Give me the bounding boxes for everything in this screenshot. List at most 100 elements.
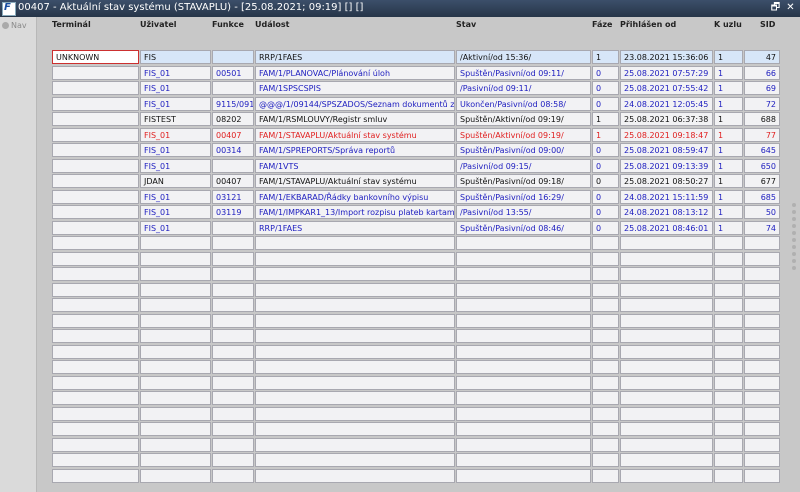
terminal-cell[interactable]	[52, 375, 139, 390]
close-window-icon[interactable]: ✕	[785, 2, 796, 13]
node-cell[interactable]: 1	[714, 220, 743, 235]
terminal-cell[interactable]	[52, 81, 139, 95]
login-cell[interactable]: 25.08.2021 06:37:38	[620, 112, 713, 126]
node-cell[interactable]	[714, 453, 743, 467]
sid-cell[interactable]	[744, 453, 780, 467]
event-cell[interactable]	[255, 298, 455, 312]
phase-cell[interactable]: 0	[592, 158, 619, 173]
sid-cell[interactable]: 677	[744, 174, 780, 188]
login-cell[interactable]: 25.08.2021 09:18:47	[620, 127, 713, 142]
terminal-cell[interactable]	[52, 127, 139, 142]
login-cell[interactable]: 25.08.2021 07:57:29	[620, 65, 713, 80]
node-cell[interactable]	[714, 282, 743, 297]
node-cell[interactable]	[714, 267, 743, 281]
login-cell[interactable]	[620, 267, 713, 281]
state-cell[interactable]	[456, 251, 591, 266]
function-cell[interactable]	[212, 391, 254, 405]
terminal-cell[interactable]	[52, 65, 139, 80]
function-cell[interactable]	[212, 360, 254, 374]
user-cell[interactable]: FIS	[140, 50, 211, 64]
sid-cell[interactable]	[744, 329, 780, 343]
function-cell[interactable]	[212, 329, 254, 343]
terminal-cell[interactable]	[52, 344, 139, 359]
function-cell[interactable]: 00314	[212, 143, 254, 157]
login-cell[interactable]: 25.08.2021 08:59:47	[620, 143, 713, 157]
node-cell[interactable]: 1	[714, 174, 743, 188]
login-cell[interactable]	[620, 406, 713, 421]
node-cell[interactable]: 1	[714, 205, 743, 219]
phase-cell[interactable]: 0	[592, 205, 619, 219]
state-cell[interactable]	[456, 298, 591, 312]
user-cell[interactable]: FIS_01	[140, 65, 211, 80]
state-cell[interactable]: Spuštěn/Aktivní/od 09:19/	[456, 112, 591, 126]
phase-cell[interactable]	[592, 329, 619, 343]
user-cell[interactable]	[140, 360, 211, 374]
state-cell[interactable]: Spuštěn/Pasivní/od 09:11/	[456, 65, 591, 80]
event-cell[interactable]	[255, 375, 455, 390]
event-cell[interactable]: FAM/1VTS	[255, 158, 455, 173]
terminal-cell[interactable]	[52, 406, 139, 421]
function-cell[interactable]: 00407	[212, 174, 254, 188]
node-cell[interactable]	[714, 251, 743, 266]
function-cell[interactable]	[212, 375, 254, 390]
function-cell[interactable]	[212, 282, 254, 297]
node-cell[interactable]	[714, 236, 743, 250]
function-cell[interactable]: 00407	[212, 127, 254, 142]
phase-cell[interactable]	[592, 344, 619, 359]
state-cell[interactable]	[456, 406, 591, 421]
node-cell[interactable]	[714, 437, 743, 452]
user-cell[interactable]	[140, 344, 211, 359]
user-cell[interactable]	[140, 375, 211, 390]
user-cell[interactable]: FISTEST	[140, 112, 211, 126]
event-cell[interactable]: RRP/1FAES	[255, 50, 455, 64]
event-cell[interactable]	[255, 236, 455, 250]
terminal-cell[interactable]	[52, 468, 139, 483]
node-cell[interactable]: 1	[714, 189, 743, 204]
phase-cell[interactable]: 0	[592, 189, 619, 204]
node-cell[interactable]	[714, 391, 743, 405]
terminal-cell[interactable]	[52, 313, 139, 328]
login-cell[interactable]	[620, 251, 713, 266]
sid-cell[interactable]: 685	[744, 189, 780, 204]
login-cell[interactable]: 25.08.2021 08:50:27	[620, 174, 713, 188]
user-cell[interactable]	[140, 298, 211, 312]
terminal-cell[interactable]	[52, 453, 139, 467]
sid-cell[interactable]	[744, 313, 780, 328]
state-cell[interactable]	[456, 453, 591, 467]
state-cell[interactable]	[456, 391, 591, 405]
phase-cell[interactable]: 1	[592, 50, 619, 64]
function-cell[interactable]: 03121	[212, 189, 254, 204]
state-cell[interactable]: Spuštěn/Pasivní/od 09:00/	[456, 143, 591, 157]
header-function[interactable]: Funkce	[212, 20, 244, 29]
function-cell[interactable]	[212, 298, 254, 312]
user-cell[interactable]: FIS_01	[140, 158, 211, 173]
event-cell[interactable]: RRP/1FAES	[255, 220, 455, 235]
phase-cell[interactable]: 1	[592, 127, 619, 142]
terminal-cell[interactable]	[52, 189, 139, 204]
node-cell[interactable]	[714, 329, 743, 343]
state-cell[interactable]	[456, 344, 591, 359]
state-cell[interactable]	[456, 236, 591, 250]
function-cell[interactable]	[212, 313, 254, 328]
login-cell[interactable]: 25.08.2021 09:13:39	[620, 158, 713, 173]
node-cell[interactable]	[714, 360, 743, 374]
node-cell[interactable]: 1	[714, 65, 743, 80]
terminal-cell[interactable]	[52, 158, 139, 173]
login-cell[interactable]	[620, 360, 713, 374]
sid-cell[interactable]: 688	[744, 112, 780, 126]
node-cell[interactable]: 1	[714, 127, 743, 142]
state-cell[interactable]: Spuštěn/Aktivní/od 09:19/	[456, 127, 591, 142]
restore-window-icon[interactable]: 🗗	[770, 2, 781, 13]
user-cell[interactable]	[140, 468, 211, 483]
header-terminal[interactable]: Terminál	[52, 20, 91, 29]
header-sid[interactable]: SID	[760, 20, 775, 29]
function-cell[interactable]	[212, 220, 254, 235]
event-cell[interactable]	[255, 360, 455, 374]
function-cell[interactable]	[212, 158, 254, 173]
state-cell[interactable]: /Aktivní/od 15:36/	[456, 50, 591, 64]
sid-cell[interactable]	[744, 468, 780, 483]
login-cell[interactable]	[620, 437, 713, 452]
phase-cell[interactable]	[592, 282, 619, 297]
state-cell[interactable]	[456, 468, 591, 483]
user-cell[interactable]: FIS_01	[140, 189, 211, 204]
